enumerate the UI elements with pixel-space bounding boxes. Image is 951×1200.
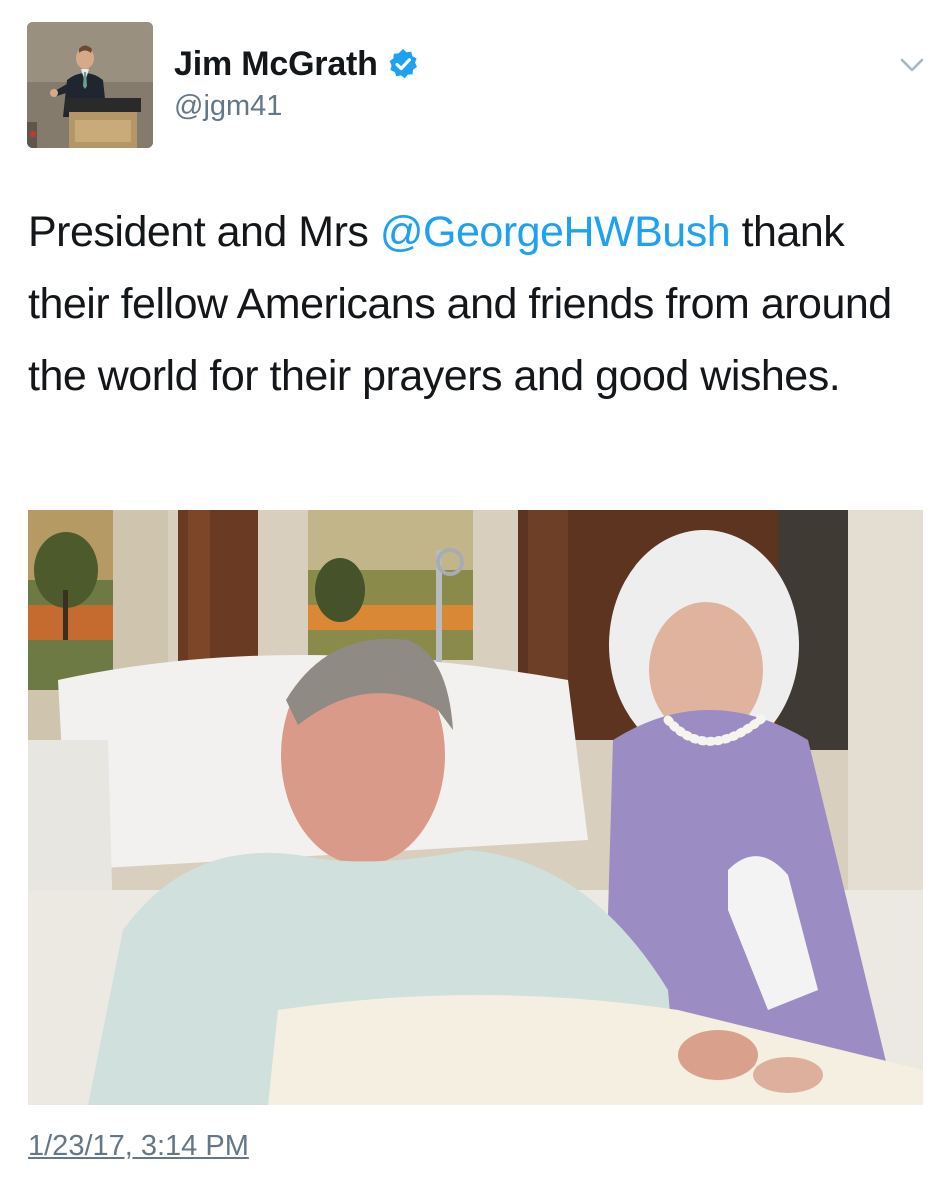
tweet-text-prefix: President and Mrs [28,208,380,256]
tweet-timestamp[interactable]: 1/23/17, 3:14 PM [28,1130,249,1163]
author-handle[interactable]: @jgm41 [174,90,282,123]
author-display-name[interactable]: Jim McGrath [174,45,378,84]
tweet-photo[interactable] [28,510,923,1105]
mention-link[interactable]: @GeorgeHWBush [380,208,731,256]
author-name-row[interactable]: Jim McGrath [174,42,419,86]
avatar-image [27,22,153,148]
verified-badge-icon [389,49,417,79]
chevron-down-icon[interactable] [896,54,928,76]
author-avatar[interactable] [27,22,153,148]
tweet-text: President and Mrs @GeorgeHWBush thank th… [28,196,928,412]
photo-image [28,510,923,1105]
